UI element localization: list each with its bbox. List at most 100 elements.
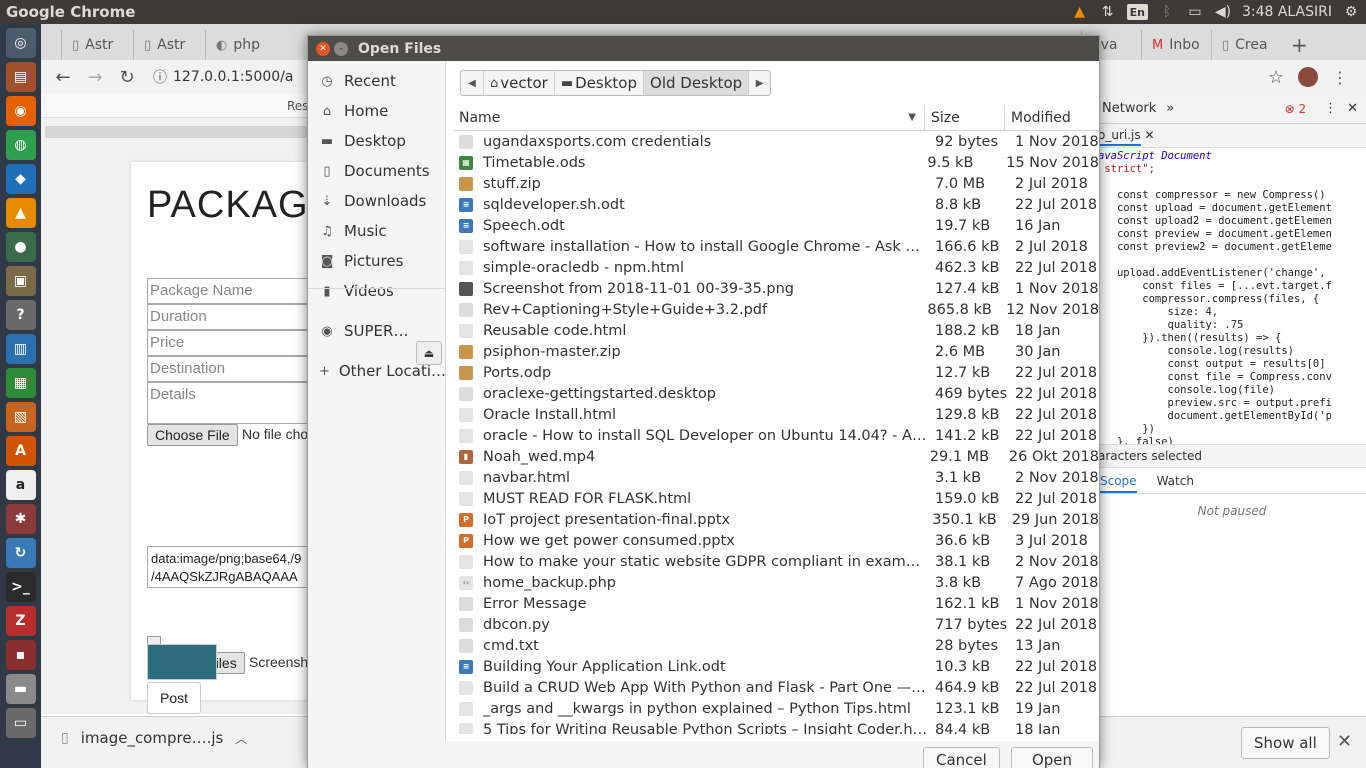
place-item[interactable]: ▮ Videos [308,277,446,305]
file-row[interactable]: stuff.zip 7.0 MB 2 Jul 2018 [453,173,1099,194]
error-count-badge[interactable]: ⊗ 2 [1285,102,1307,116]
tab-astra-1[interactable]: ▯ Astr [61,30,133,60]
show-all-button[interactable]: Show all [1241,727,1330,759]
sphere-app-icon[interactable]: ● [5,232,36,262]
download-item[interactable]: ▯ image_compre….js ︿ [61,729,247,747]
choose-file-button[interactable]: Choose File [147,424,238,446]
new-tab-button[interactable]: + [1281,30,1321,60]
vscode-icon[interactable]: ◆ [5,164,36,194]
firefox-icon[interactable]: ◉ [5,96,36,126]
file-row[interactable]: MUST READ FOR FLASK.html 159.0 kB 22 Jul 2… [453,488,1099,509]
forward-arrow-icon[interactable]: → [79,62,111,92]
profile-avatar[interactable] [1298,67,1318,87]
file-row[interactable]: ▮ Noah_wed.mp4 29.1 MB 26 Okt 2018 [453,446,1099,467]
place-item[interactable]: ▯ Documents [308,157,446,185]
place-item[interactable]: ◷ Recent [308,67,446,95]
file-row[interactable]: psiphon-master.zip 2.6 MB 30 Jan [453,341,1099,362]
drive-icon[interactable]: ▬ [5,674,36,704]
column-name-header[interactable]: Name ▼ [453,105,925,130]
path-segment-desktop[interactable]: ▬ Desktop [553,71,643,95]
impress-icon[interactable]: ▧ [5,402,36,432]
place-item[interactable]: ◙ Pictures [308,247,446,275]
close-file-tab-icon[interactable]: ✕ [1144,128,1154,142]
file-row[interactable]: Error Message 162.1 kB 1 Nov 2018 [453,593,1099,614]
file-row[interactable]: ▦ Timetable.ods 9.5 kB 15 Nov 2018 [453,152,1099,173]
chevron-up-icon[interactable]: ︿ [235,730,247,747]
path-scroll-left-icon[interactable]: ◀ [461,71,483,95]
column-size-header[interactable]: Size [925,105,1005,130]
chrome-icon[interactable]: ◍ [5,130,36,160]
devtools-close-icon[interactable]: ✕ [1347,101,1358,116]
file-row[interactable]: P IoT project presentation-final.pptx 350.… [453,509,1099,530]
column-modified-header[interactable]: Modified [1005,105,1099,130]
tab-php[interactable]: ◐ php [205,30,277,60]
trash-icon[interactable]: ▭ [5,708,36,738]
calc-icon[interactable]: ▦ [5,368,36,398]
place-item[interactable]: ▬ Desktop [308,127,446,155]
help-icon[interactable]: ? [5,300,36,330]
file-row[interactable]: oracle - How to install SQL Developer on… [453,425,1099,446]
writer-icon[interactable]: ▥ [5,334,36,364]
terminal-icon[interactable]: >_ [5,572,36,602]
file-row[interactable]: Screenshot from 2018-11-01 00-39-35.png 1… [453,278,1099,299]
battery-icon[interactable]: ▭ [1186,4,1204,20]
close-download-bar-icon[interactable]: ✕ [1337,731,1352,752]
filezilla-icon[interactable]: Z [5,606,36,636]
menu-dots-icon[interactable]: ⋮ [1332,68,1348,87]
file-row[interactable]: navbar.html 3.1 kB 2 Nov 2018 [453,467,1099,488]
cancel-button[interactable]: Cancel [923,747,1000,768]
path-segment-vector[interactable]: ⌂ vector [483,71,554,95]
software-center-icon[interactable]: A [5,436,36,466]
tab-inbox[interactable]: M Inbo [1141,30,1211,60]
clock[interactable]: 3:48 ALASIRI [1242,4,1332,20]
keyboard-layout-indicator[interactable]: En [1126,4,1148,20]
minimize-window-icon[interactable]: – [334,41,348,56]
file-row[interactable]: Ports.odp 12.7 kB 22 Jul 2018 [453,362,1099,383]
place-item[interactable]: ♫ Music [308,217,446,245]
file-row[interactable]: Oracle Install.html 129.8 kB 22 Jul 2018 [453,404,1099,425]
file-row[interactable]: cmd.txt 28 bytes 13 Jan [453,635,1099,656]
file-row[interactable]: ≡ Building Your Application Link.odt 10.3 … [453,656,1099,677]
file-row[interactable]: ≡ Speech.odt 19.7 kB 16 Jan [453,215,1099,236]
vlc-icon[interactable]: ▲ [1071,4,1089,20]
file-row[interactable]: Rev+Captioning+Style+Guide+3.2.pdf 865.8 … [453,299,1099,320]
file-row[interactable]: ≡ sqldeveloper.sh.odt 8.8 kB 22 Jul 2018 [453,194,1099,215]
tab-network[interactable]: Network [1102,101,1156,116]
code-editor[interactable]: avaScript Document strict"; const compre… [1098,148,1366,444]
path-segment-old-desktop[interactable]: Old Desktop [643,71,749,95]
path-scroll-right-icon[interactable]: ▶ [748,71,770,95]
back-arrow-icon[interactable]: ← [47,62,79,92]
file-row[interactable]: P How we get power consumed.pptx 36.6 kB 3 … [453,530,1099,551]
post-button[interactable]: Post [147,682,202,714]
address-bar[interactable]: ⓘ 127.0.0.1:5000/adm [153,64,293,90]
place-item[interactable]: ⇣ Downloads [308,187,446,215]
devtools-menu-icon[interactable]: ⋮ [1324,101,1337,116]
file-row[interactable]: software installation - How to install G… [453,236,1099,257]
amazon-icon[interactable]: a [5,470,36,500]
file-row[interactable]: How to make your static website GDPR com… [453,551,1099,572]
eject-icon[interactable]: ⏏ [416,341,442,365]
settings-gear-icon[interactable]: ⚙ [1342,4,1360,20]
file-row[interactable]: simple-oracledb - npm.html 462.3 kB 22 Jul… [453,257,1099,278]
image-viewer-icon[interactable]: ▣ [5,266,36,296]
file-row[interactable]: Build a CRUD Web App With Python and Fla… [453,677,1099,698]
volume-icon[interactable]: ◀) [1214,4,1232,20]
info-icon[interactable]: ⓘ [153,67,167,87]
file-row[interactable]: dbcon.py 717 bytes 22 Jul 2018 [453,614,1099,635]
more-tabs-button[interactable]: » [1166,101,1174,116]
file-row[interactable]: ugandaxsports.com credentials 92 bytes 1 N… [453,131,1099,152]
file-row[interactable]: ‹› home_backup.php 3.8 kB 7 Ago 2018 [453,572,1099,593]
place-item[interactable]: ⌂ Home [308,97,446,125]
tab-create[interactable]: ▯ Crea [1211,30,1281,60]
tab-astra-2[interactable]: ▯ Astr [133,30,205,60]
close-window-icon[interactable]: ✕ [316,41,330,56]
reload-icon[interactable]: ↻ [111,62,143,92]
file-row[interactable]: oraclexe-gettingstarted.desktop 469 bytes… [453,383,1099,404]
bluetooth-icon[interactable]: ᛒ [1158,4,1176,20]
vlc-launcher-icon[interactable]: ▲ [5,198,36,228]
dash-icon[interactable]: ◎ [5,28,36,58]
files-icon[interactable]: ▤ [5,62,36,92]
system-settings-icon[interactable]: ✱ [5,504,36,534]
tab-scope[interactable]: Scope [1100,474,1137,493]
update-manager-icon[interactable]: ↻ [5,538,36,568]
